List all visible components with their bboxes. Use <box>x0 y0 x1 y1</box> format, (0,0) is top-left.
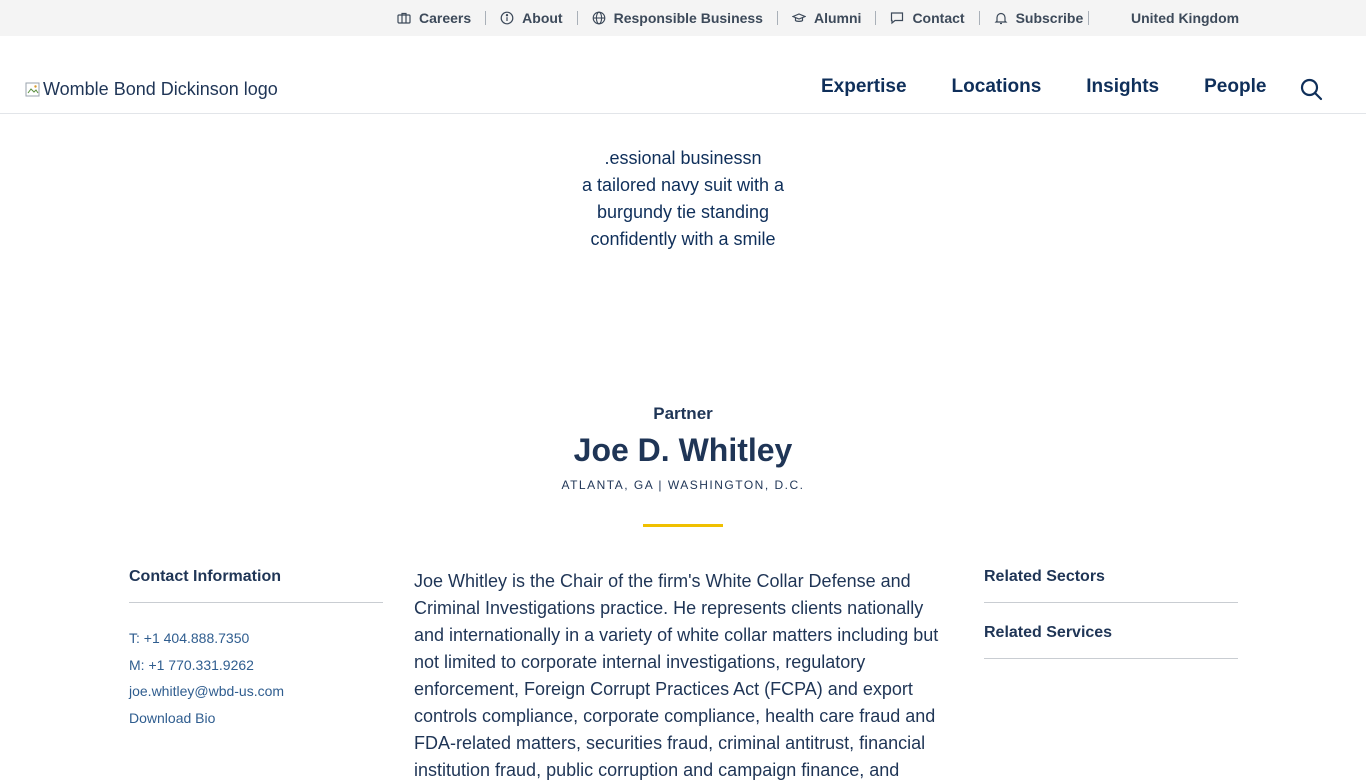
profile-name: Joe D. Whitley <box>573 432 793 468</box>
graduation-cap-icon <box>791 11 806 25</box>
utility-link-label: Careers <box>419 10 472 26</box>
divider <box>1088 11 1089 25</box>
broken-image-icon <box>25 82 41 98</box>
utility-link-label: Contact <box>912 10 965 26</box>
related-panel: Related Sectors Related Services <box>984 568 1238 680</box>
biography-text: Joe Whitley is the Chair of the firm's W… <box>414 571 939 780</box>
portrait-alt-line: burgundy tie standing <box>596 202 770 222</box>
utility-link-about[interactable]: About <box>486 0 576 36</box>
related-sectors-toggle[interactable]: Related Sectors <box>984 568 1238 603</box>
portrait-alt-line: .essional businessn <box>604 148 762 168</box>
contact-list: T: +1 404.888.7350 M: +1 770.331.9262 jo… <box>129 625 383 731</box>
profile-locations: ATLANTA, GA | WASHINGTON, D.C. <box>561 478 805 492</box>
download-bio-link[interactable]: Download Bio <box>129 705 383 732</box>
utility-bar: Careers About Responsible Business Alumn… <box>0 0 1366 36</box>
main-nav: Expertise Locations Insights People <box>821 76 1311 98</box>
profile-role: Partner <box>653 404 713 423</box>
site-header: Womble Bond Dickinson logo Expertise Loc… <box>0 36 1366 114</box>
utility-link-responsible-business[interactable]: Responsible Business <box>578 0 777 36</box>
search-button[interactable] <box>1299 77 1323 101</box>
telephone-link[interactable]: T: +1 404.888.7350 <box>129 625 383 652</box>
nav-insights[interactable]: Insights <box>1086 76 1159 98</box>
accent-divider <box>643 524 723 527</box>
utility-link-label: About <box>522 10 563 26</box>
utility-link-subscribe[interactable]: Subscribe <box>980 0 1098 36</box>
globe-icon <box>592 11 606 25</box>
info-icon <box>500 11 514 25</box>
search-icon <box>1300 78 1323 101</box>
portrait-alt-line: a tailored navy suit with a <box>581 175 785 195</box>
email-link[interactable]: joe.whitley@wbd-us.com <box>129 678 383 705</box>
contact-heading: Contact Information <box>129 568 383 603</box>
utility-nav: Careers About Responsible Business Alumn… <box>397 0 1097 36</box>
chat-icon <box>890 11 904 25</box>
nav-expertise[interactable]: Expertise <box>821 76 907 98</box>
utility-link-contact[interactable]: Contact <box>876 0 978 36</box>
related-services-toggle[interactable]: Related Services <box>984 624 1238 659</box>
utility-link-label: Alumni <box>813 10 862 26</box>
contact-information: Contact Information T: +1 404.888.7350 M… <box>129 568 383 731</box>
mobile-link[interactable]: M: +1 770.331.9262 <box>129 652 383 679</box>
portrait-alt-text: .essional businessn a tailored navy suit… <box>543 145 823 253</box>
portrait-alt-line: confidently with a smile <box>590 229 776 249</box>
logo-alt-text: Womble Bond Dickinson logo <box>43 79 278 99</box>
site-logo[interactable]: Womble Bond Dickinson logo <box>25 79 278 100</box>
region-selector[interactable]: United Kingdom <box>1131 0 1239 36</box>
utility-link-label: Responsible Business <box>613 10 763 26</box>
utility-link-alumni[interactable]: Alumni <box>778 0 875 36</box>
utility-link-careers[interactable]: Careers <box>397 0 485 36</box>
nav-locations[interactable]: Locations <box>952 76 1042 98</box>
briefcase-icon <box>397 11 411 25</box>
nav-people[interactable]: People <box>1204 76 1266 98</box>
utility-link-label: Subscribe <box>1015 10 1084 26</box>
bell-icon <box>994 11 1008 25</box>
